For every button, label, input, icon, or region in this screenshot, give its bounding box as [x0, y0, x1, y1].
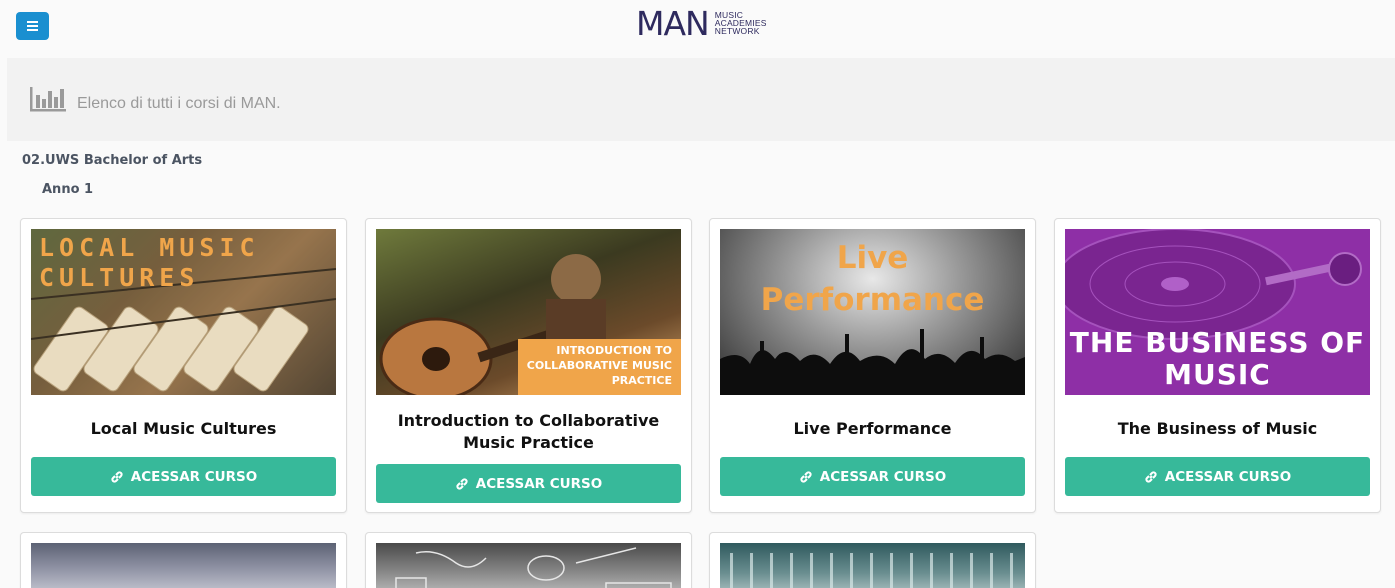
course-image-title: THE BUSINESS OF MUSIC	[1069, 326, 1366, 391]
course-card	[709, 532, 1036, 588]
year-heading: Anno 1	[42, 182, 94, 197]
course-title: Live Performance	[793, 419, 952, 438]
access-course-button[interactable]: ACESSAR CURSO	[376, 464, 681, 503]
access-course-button[interactable]: ACESSAR CURSO	[720, 457, 1025, 496]
course-image[interactable]	[31, 543, 336, 588]
logo-subtitle: MUSIC ACADEMIES NETWORK	[714, 10, 767, 36]
course-card-business-of-music: THE BUSINESS OF MUSIC The Business of Mu…	[1054, 218, 1381, 513]
bar-chart-icon	[30, 87, 66, 112]
course-card-live-performance: Live Performance Live Performance ACESSA…	[709, 218, 1036, 513]
program-heading: 02.UWS Bachelor of Arts	[22, 153, 203, 168]
menu-toggle-button[interactable]	[16, 12, 49, 40]
page-banner: Elenco di tutti i corsi di MAN.	[7, 58, 1395, 141]
link-icon	[800, 470, 812, 483]
course-image[interactable]: Live Performance	[720, 229, 1025, 395]
course-card-local-music-cultures: LOCAL MUSIC CULTURES Local Music Culture…	[20, 218, 347, 513]
course-title: Introduction to Collaborative Music Prac…	[397, 411, 660, 452]
access-course-button[interactable]: ACESSAR CURSO	[1065, 457, 1370, 496]
course-image-title: LOCAL MUSIC CULTURES	[39, 233, 260, 292]
link-icon	[1145, 470, 1157, 483]
course-image[interactable]: INTRODUCTION TO COLLABORATIVE MUSIC PRAC…	[376, 229, 681, 395]
course-image-title: Live Performance	[760, 240, 985, 318]
course-title: Local Music Cultures	[90, 419, 277, 438]
course-image[interactable]: THE BUSINESS OF MUSIC	[1065, 229, 1370, 395]
man-logo[interactable]: MAN MUSIC ACADEMIES NETWORK	[636, 6, 767, 40]
link-icon	[111, 470, 123, 483]
course-image[interactable]	[376, 543, 681, 588]
hamburger-menu-icon	[27, 21, 38, 23]
page-description: Elenco di tutti i corsi di MAN.	[77, 95, 281, 112]
top-bar: MAN MUSIC ACADEMIES NETWORK	[0, 0, 1395, 58]
course-card	[365, 532, 692, 588]
course-title: The Business of Music	[1117, 419, 1318, 438]
link-icon	[456, 477, 468, 490]
course-card-collaborative-music: INTRODUCTION TO COLLABORATIVE MUSIC PRAC…	[365, 218, 692, 513]
access-course-button[interactable]: ACESSAR CURSO	[31, 457, 336, 496]
course-card	[20, 532, 347, 588]
course-image-caption: INTRODUCTION TO COLLABORATIVE MUSIC PRAC…	[518, 339, 681, 395]
course-image[interactable]	[720, 543, 1025, 588]
course-image[interactable]: LOCAL MUSIC CULTURES	[31, 229, 336, 395]
logo-main-text: MAN	[636, 3, 710, 43]
